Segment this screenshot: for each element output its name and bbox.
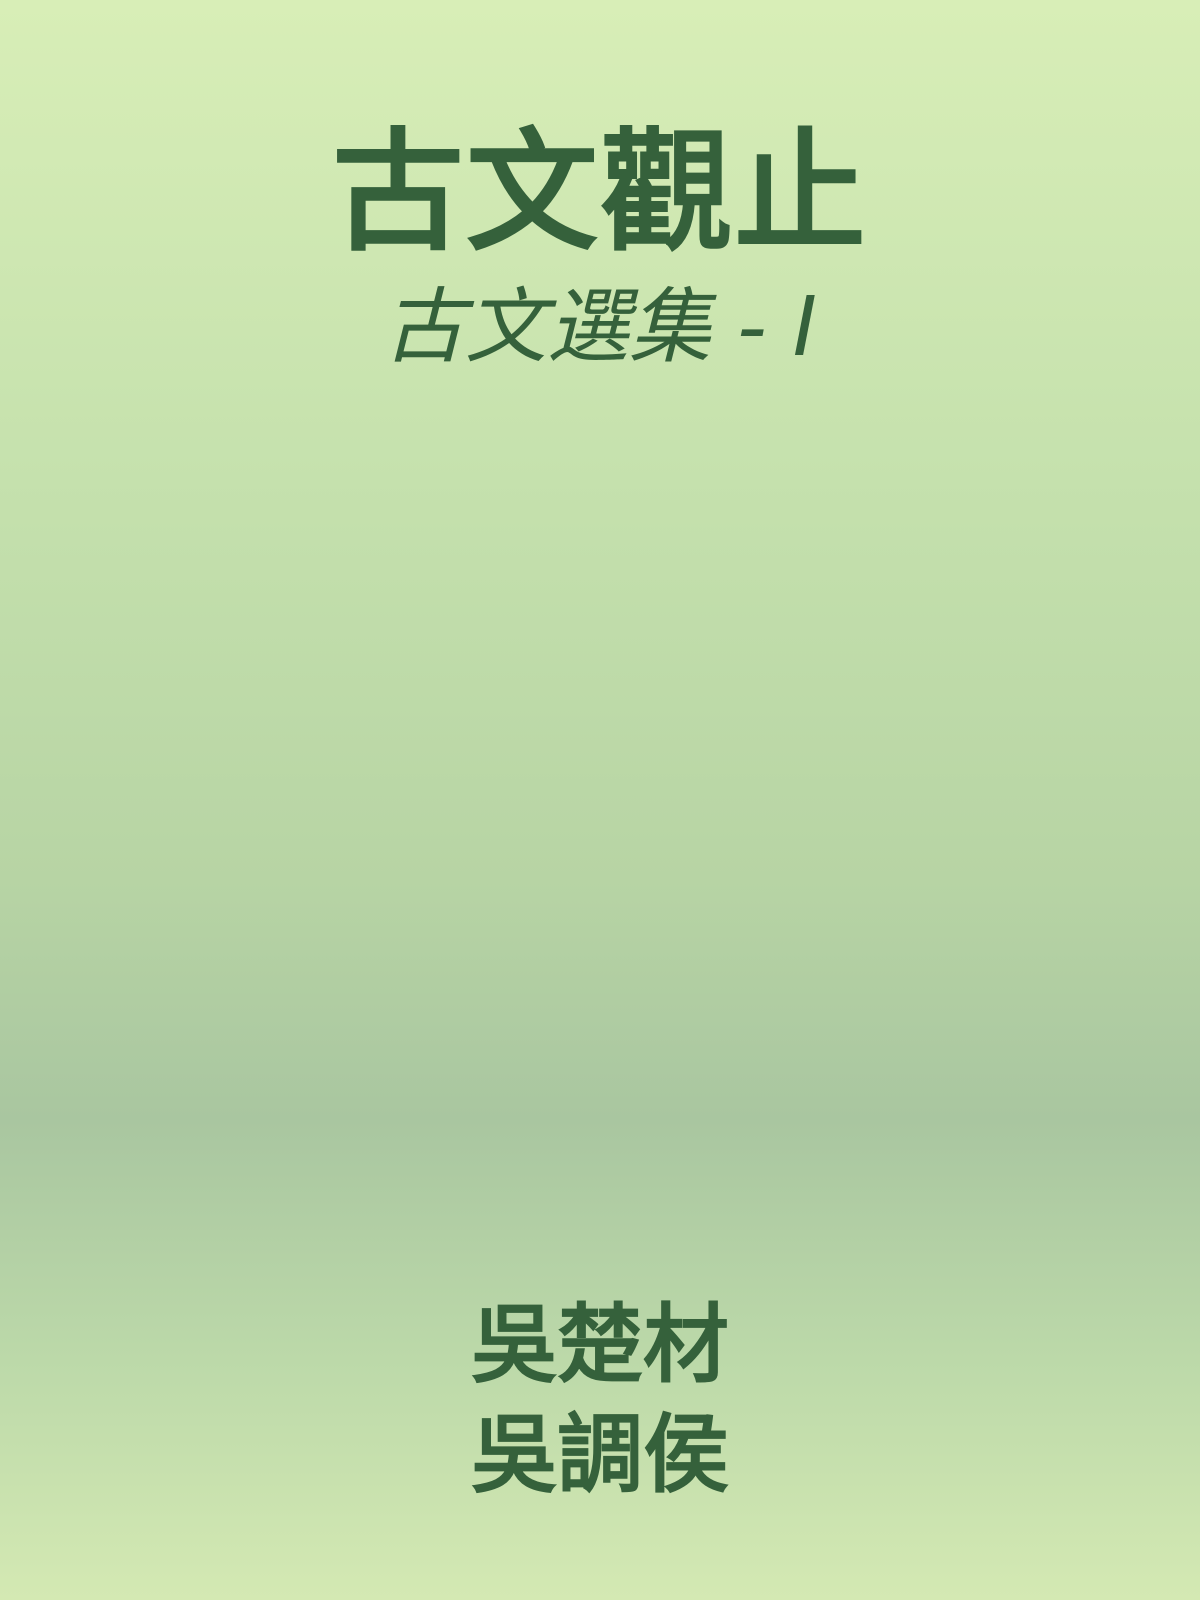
author-name: 吳楚材 (471, 1295, 729, 1395)
book-cover: 古文觀止 古文選集 - I 吳楚材 吳調侯 (0, 0, 1200, 1600)
author-list: 吳楚材 吳調侯 (0, 1290, 1200, 1510)
book-subtitle: 古文選集 - I (383, 280, 817, 375)
book-title: 古文觀止 (332, 116, 868, 270)
author-name: 吳調侯 (471, 1405, 729, 1505)
